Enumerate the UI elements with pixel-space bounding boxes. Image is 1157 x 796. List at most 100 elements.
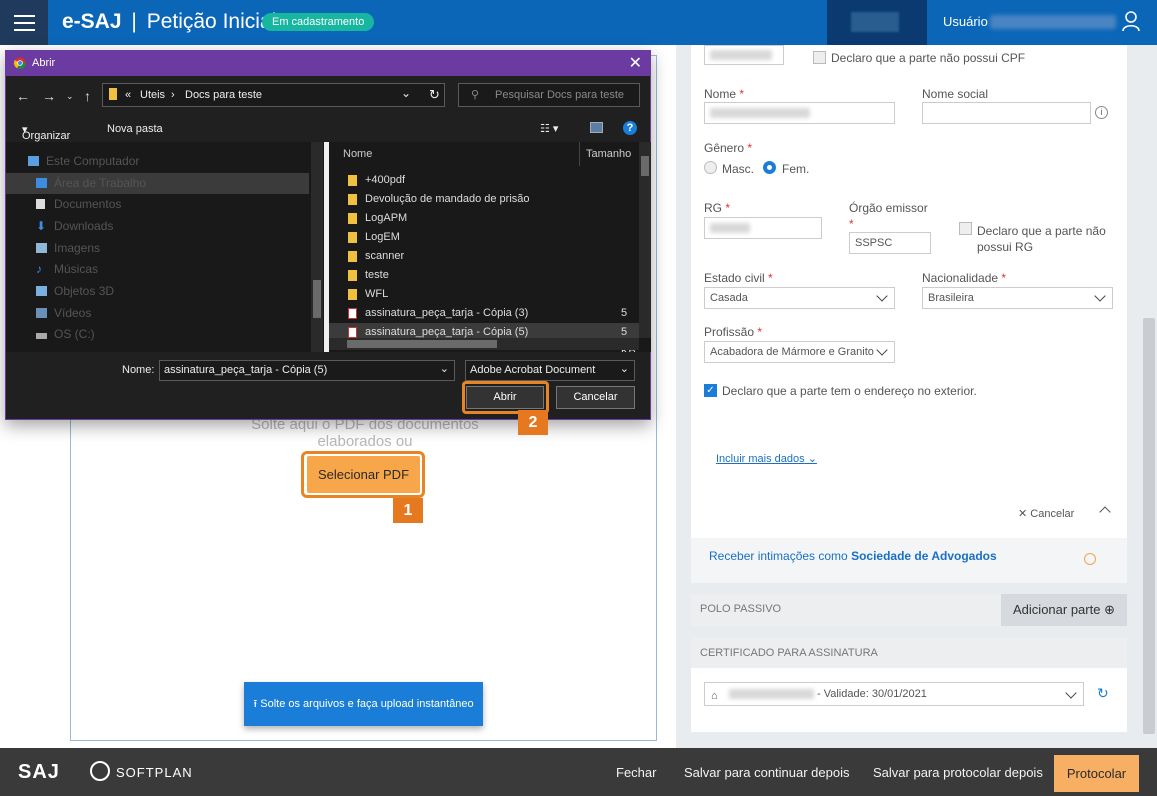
music-icon: ♪ bbox=[36, 262, 42, 276]
close-icon[interactable]: ✕ bbox=[629, 53, 642, 73]
social-name-input[interactable] bbox=[922, 102, 1091, 124]
no-rg-checkbox[interactable] bbox=[959, 222, 972, 235]
close-button[interactable]: Fechar bbox=[616, 765, 656, 780]
certificate-select[interactable]: ⌂ - Validade: 30/01/2021 bbox=[704, 682, 1084, 706]
civil-status-select[interactable]: Casada bbox=[704, 287, 895, 309]
file-row[interactable]: Devolução de mandado de prisão bbox=[329, 190, 639, 209]
breadcrumb-docs[interactable]: Docs para teste bbox=[185, 89, 262, 101]
nationality-select[interactable]: Brasileira bbox=[922, 287, 1113, 309]
pdf-file-icon bbox=[348, 327, 357, 338]
party-form-card bbox=[691, 45, 1127, 583]
forward-arrow-icon[interactable]: → bbox=[42, 88, 56, 104]
dialog-footer: Nome: assinatura_peça_tarja - Cópia (5) … bbox=[6, 352, 650, 419]
file-row[interactable]: +400pdf bbox=[329, 171, 639, 190]
new-folder-button[interactable]: Nova pasta bbox=[107, 123, 163, 135]
organize-menu[interactable]: Organizar ▾ bbox=[22, 123, 70, 142]
no-cpf-checkbox[interactable] bbox=[813, 51, 826, 64]
save-continue-button[interactable]: Salvar para continuar depois bbox=[684, 765, 850, 780]
name-input[interactable] bbox=[704, 102, 895, 124]
tree-item-images[interactable]: Imagens bbox=[6, 238, 309, 259]
back-arrow-icon[interactable]: ← bbox=[16, 88, 30, 104]
rg-input[interactable] bbox=[704, 217, 822, 239]
cancel-button[interactable]: Cancelar bbox=[556, 386, 635, 409]
help-icon[interactable]: ? bbox=[623, 121, 637, 135]
file-row[interactable]: scanner bbox=[329, 247, 639, 266]
app-title: e-SAJ | Petição Inicial bbox=[62, 10, 277, 33]
no-cpf-label: Declaro que a parte não possui CPF bbox=[831, 51, 1026, 65]
info-icon[interactable]: i bbox=[1095, 106, 1108, 119]
view-options-icon[interactable]: ☷ ▾ bbox=[540, 122, 558, 135]
search-icon: ⚲ bbox=[471, 89, 480, 101]
chevron-down-icon[interactable]: ⌄ bbox=[620, 360, 629, 379]
foreign-address-checkbox[interactable]: ✓ bbox=[704, 384, 717, 397]
tree-item-music[interactable]: ♪ Músicas bbox=[6, 259, 309, 280]
upload-instant-button[interactable]: ⭱ Solte os arquivos e faça upload instan… bbox=[244, 682, 483, 726]
folder-icon bbox=[348, 194, 357, 205]
page-scrollbar[interactable] bbox=[1143, 318, 1155, 734]
gender-female-radio[interactable] bbox=[763, 161, 776, 174]
file-open-dialog: Abrir ✕ ← → ⌄ ↑ « Uteis › Docs para test… bbox=[5, 50, 651, 420]
issuer-input[interactable]: SSPSC bbox=[849, 232, 931, 254]
history-chevron-icon[interactable]: ⌄ bbox=[66, 91, 74, 102]
breadcrumb-overflow[interactable]: « bbox=[125, 89, 131, 101]
cpf-field[interactable] bbox=[704, 45, 784, 65]
cancel-link[interactable]: ✕ Cancelar bbox=[1018, 507, 1074, 520]
filename-field[interactable]: assinatura_peça_tarja - Cópia (5) ⌄ bbox=[159, 360, 455, 381]
tree-item-3d-objects[interactable]: Objetos 3D bbox=[6, 281, 309, 302]
tree-item-downloads[interactable]: ⬇ Downloads bbox=[6, 216, 309, 237]
save-protocol-later-button[interactable]: Salvar para protocolar depois bbox=[873, 765, 1043, 780]
tree-item-videos[interactable]: Vídeos bbox=[6, 303, 309, 324]
folder-icon bbox=[348, 251, 357, 262]
preview-pane-icon[interactable] bbox=[590, 122, 603, 133]
folder-icon bbox=[348, 270, 357, 281]
file-row[interactable]: WFL bbox=[329, 285, 639, 304]
social-name-label: Nome social bbox=[922, 87, 989, 101]
protocol-button[interactable]: Protocolar bbox=[1054, 755, 1139, 792]
images-icon bbox=[36, 243, 47, 253]
more-data-link[interactable]: Incluir mais dados ⌄ bbox=[716, 452, 817, 465]
refresh-icon[interactable]: ↻ bbox=[429, 87, 440, 103]
address-bar[interactable]: « Uteis › Docs para teste ⌄ ↻ bbox=[102, 83, 445, 107]
tree-scrollbar[interactable] bbox=[311, 142, 323, 352]
file-row[interactable]: assinatura_peça_tarja - Cópia (3)5 KB bbox=[329, 304, 639, 338]
app-name: e-SAJ bbox=[62, 10, 122, 33]
address-dropdown-icon[interactable]: ⌄ bbox=[401, 86, 411, 100]
breadcrumb-uteis[interactable]: Uteis bbox=[140, 89, 165, 101]
intimation-text[interactable]: Receber intimações como Sociedade de Adv… bbox=[709, 549, 997, 563]
chevron-down-icon bbox=[1094, 290, 1106, 302]
file-scrollbar[interactable] bbox=[639, 142, 651, 338]
file-row[interactable]: teste bbox=[329, 266, 639, 285]
gender-male-radio[interactable] bbox=[704, 161, 717, 174]
search-input[interactable]: ⚲ Pesquisar Docs para teste bbox=[458, 83, 640, 107]
menu-button[interactable] bbox=[0, 0, 48, 45]
certificate-section: CERTIFICADO PARA ASSINATURA ⌂ - Validade… bbox=[691, 637, 1127, 732]
nationality-label: Nacionalidade * bbox=[922, 271, 1007, 285]
dialog-titlebar: Abrir ✕ bbox=[6, 51, 650, 76]
issuer-label: Órgão emissor bbox=[849, 201, 928, 215]
videos-icon bbox=[36, 308, 47, 318]
tree-item-drive-c[interactable]: OS (C:) bbox=[6, 324, 309, 345]
up-arrow-icon[interactable]: ↑ bbox=[84, 88, 91, 104]
file-row[interactable]: LogEM bbox=[329, 228, 639, 247]
user-icon[interactable] bbox=[1122, 10, 1140, 32]
gender-label: Gênero * bbox=[704, 141, 753, 155]
intimation-toggle-icon[interactable] bbox=[1084, 553, 1096, 565]
tree-item-documents[interactable]: Documentos bbox=[6, 194, 309, 215]
folder-icon bbox=[348, 213, 357, 224]
footer-bar: SAJ SOFTPLAN Fechar Salvar para continua… bbox=[0, 748, 1157, 796]
header-block bbox=[827, 0, 927, 45]
chevron-down-icon[interactable]: ⌄ bbox=[440, 360, 449, 379]
profession-select[interactable]: Acabadora de Mármore e Granito bbox=[704, 341, 895, 363]
column-size[interactable]: Tamanho bbox=[579, 142, 631, 166]
filetype-select[interactable]: Adobe Acrobat Document ⌄ bbox=[465, 360, 635, 381]
file-hscrollbar[interactable] bbox=[329, 338, 639, 350]
tree-item-desktop[interactable]: Área de Trabalho bbox=[6, 173, 309, 194]
file-row[interactable]: LogAPM bbox=[329, 209, 639, 228]
user-label[interactable]: Usuário bbox=[943, 14, 988, 29]
folder-icon bbox=[109, 88, 117, 100]
column-name[interactable]: Nome bbox=[343, 142, 372, 166]
refresh-icon[interactable]: ↻ bbox=[1097, 685, 1109, 702]
file-name: WFL bbox=[365, 288, 389, 300]
add-party-button[interactable]: Adicionar parte ⊕ bbox=[1001, 594, 1127, 626]
tree-item-computer[interactable]: Este Computador bbox=[6, 151, 309, 172]
